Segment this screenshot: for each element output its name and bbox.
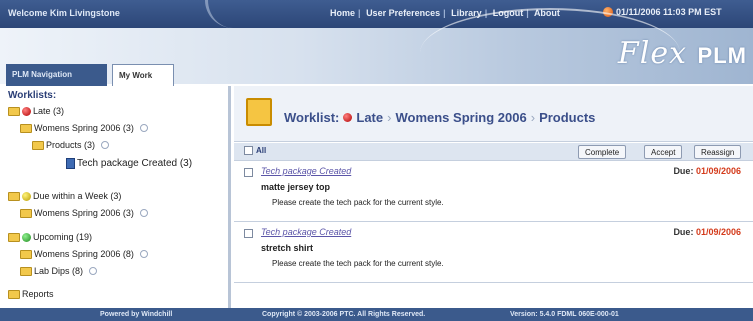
- document-icon: [66, 158, 75, 169]
- go-icon[interactable]: [139, 250, 148, 258]
- nav-user-preferences-link[interactable]: User Preferences: [366, 8, 440, 18]
- tree-title: Worklists:: [8, 90, 57, 101]
- tree-item-due-season[interactable]: Womens Spring 2006 (3): [20, 208, 148, 218]
- list-item: Tech package Created Due: 01/09/2006 mat…: [234, 162, 753, 222]
- footer-powered: Powered by Windchill: [100, 311, 173, 318]
- folder-icon: [8, 106, 20, 116]
- late-status-icon: [22, 106, 31, 116]
- complete-button[interactable]: Complete: [578, 145, 627, 159]
- tree-item-upcoming-season[interactable]: Womens Spring 2006 (8): [20, 249, 148, 259]
- breadcrumb-late[interactable]: Late: [356, 110, 383, 125]
- tree-item-upcoming[interactable]: Upcoming (19): [8, 232, 92, 242]
- folder-icon: [20, 123, 32, 133]
- go-icon[interactable]: [101, 141, 110, 149]
- folder-icon: [32, 140, 44, 150]
- task-message: Please create the tech pack for the curr…: [272, 198, 444, 207]
- tree-label: Upcoming (19): [33, 232, 93, 242]
- item-checkbox[interactable]: [244, 229, 253, 238]
- reassign-button[interactable]: Reassign: [694, 145, 742, 159]
- header-swoosh: [205, 0, 265, 28]
- tree-label: Lab Dips (8): [34, 266, 84, 276]
- worklist-main: Worklist: Late › Womens Spring 2006 › Pr…: [234, 86, 753, 308]
- tree-item-reports[interactable]: Reports: [8, 289, 54, 299]
- chevron-right-icon: ›: [530, 110, 536, 125]
- nav-separator: |: [443, 8, 446, 18]
- nav-separator: |: [358, 8, 361, 18]
- tree-item-due-week[interactable]: Due within a Week (3): [8, 191, 121, 201]
- tab-plm-navigation[interactable]: PLM Navigation: [6, 64, 107, 86]
- late-status-icon: [343, 113, 353, 122]
- folder-icon: [8, 191, 20, 201]
- footer-copyright: Copyright © 2003-2006 PTC. All Rights Re…: [262, 311, 426, 318]
- breadcrumb: Worklist: Late › Womens Spring 2006 › Pr…: [284, 110, 595, 125]
- clock-text: 01/11/2006 11:03 PM EST: [616, 7, 722, 17]
- breadcrumb-season[interactable]: Womens Spring 2006: [395, 110, 526, 125]
- tab-my-work[interactable]: My Work: [112, 64, 174, 86]
- welcome-text: Welcome Kim Livingstone: [8, 8, 120, 18]
- go-icon[interactable]: [139, 209, 148, 217]
- tree-label: Tech package Created (3): [77, 158, 193, 169]
- folder-icon: [20, 266, 32, 276]
- tree-item-lab-dips[interactable]: Lab Dips (8): [20, 266, 98, 276]
- go-icon[interactable]: [139, 124, 148, 132]
- due-label: Due:: [673, 166, 694, 176]
- due-status-icon: [22, 191, 31, 201]
- worklist-header: Worklist: Late › Womens Spring 2006 › Pr…: [234, 86, 753, 142]
- due-date-value: 01/09/2006: [695, 166, 741, 176]
- tree-label: Womens Spring 2006 (3): [34, 123, 134, 133]
- footer: Powered by Windchill Copyright © 2003-20…: [0, 308, 753, 321]
- logo-bold: PLM: [697, 43, 747, 68]
- task-link[interactable]: Tech package Created: [261, 166, 351, 176]
- logo-main: Flex: [617, 36, 687, 71]
- tree-item-late-season[interactable]: Womens Spring 2006 (3): [20, 123, 148, 133]
- tree-label: Womens Spring 2006 (8): [34, 249, 134, 259]
- tree-label: Womens Spring 2006 (3): [34, 208, 134, 218]
- action-toolbar: All Complete Accept Reassign: [234, 143, 753, 161]
- nav-home-link[interactable]: Home: [330, 8, 355, 18]
- folder-icon: [8, 232, 20, 242]
- product-name: stretch shirt: [261, 243, 314, 253]
- due-date-value: 01/09/2006: [695, 227, 741, 237]
- due-label: Due:: [673, 227, 694, 237]
- breadcrumb-products: Products: [539, 110, 596, 125]
- product-name: matte jersey top: [261, 182, 331, 192]
- tree-item-late-products[interactable]: Products (3): [32, 140, 110, 150]
- folder-icon: [8, 289, 20, 299]
- accept-button[interactable]: Accept: [644, 145, 683, 159]
- tree-label: Late (3): [33, 106, 65, 116]
- worklist-tree: Worklists: Late (3) Womens Spring 2006 (…: [6, 86, 231, 308]
- footer-version: Version: 5.4.0 FDML 060E-000-01: [510, 311, 619, 318]
- chevron-right-icon: ›: [387, 110, 392, 125]
- tree-item-late-task[interactable]: Tech package Created (3): [66, 158, 192, 169]
- tree-label: Due within a Week (3): [33, 191, 122, 201]
- task-message: Please create the tech pack for the curr…: [272, 259, 444, 268]
- select-all-label: All: [256, 146, 267, 155]
- flexplm-logo: Flex PLM: [618, 36, 747, 71]
- due-date: Due: 01/09/2006: [673, 227, 741, 237]
- tree-item-late[interactable]: Late (3): [8, 106, 64, 116]
- folder-icon: [20, 208, 32, 218]
- go-icon[interactable]: [89, 267, 98, 275]
- list-item: Tech package Created Due: 01/09/2006 str…: [234, 223, 753, 283]
- item-checkbox[interactable]: [244, 168, 253, 177]
- due-date: Due: 01/09/2006: [673, 166, 741, 176]
- select-all-checkbox[interactable]: [244, 146, 253, 155]
- tree-label: Products (3): [46, 140, 96, 150]
- upcoming-status-icon: [22, 232, 31, 242]
- folder-icon: [20, 249, 32, 259]
- task-link[interactable]: Tech package Created: [261, 227, 351, 237]
- tree-label: Reports: [22, 289, 54, 299]
- worklist-icon: [246, 98, 272, 126]
- breadcrumb-prefix: Worklist:: [284, 110, 340, 125]
- select-all[interactable]: All: [244, 146, 266, 155]
